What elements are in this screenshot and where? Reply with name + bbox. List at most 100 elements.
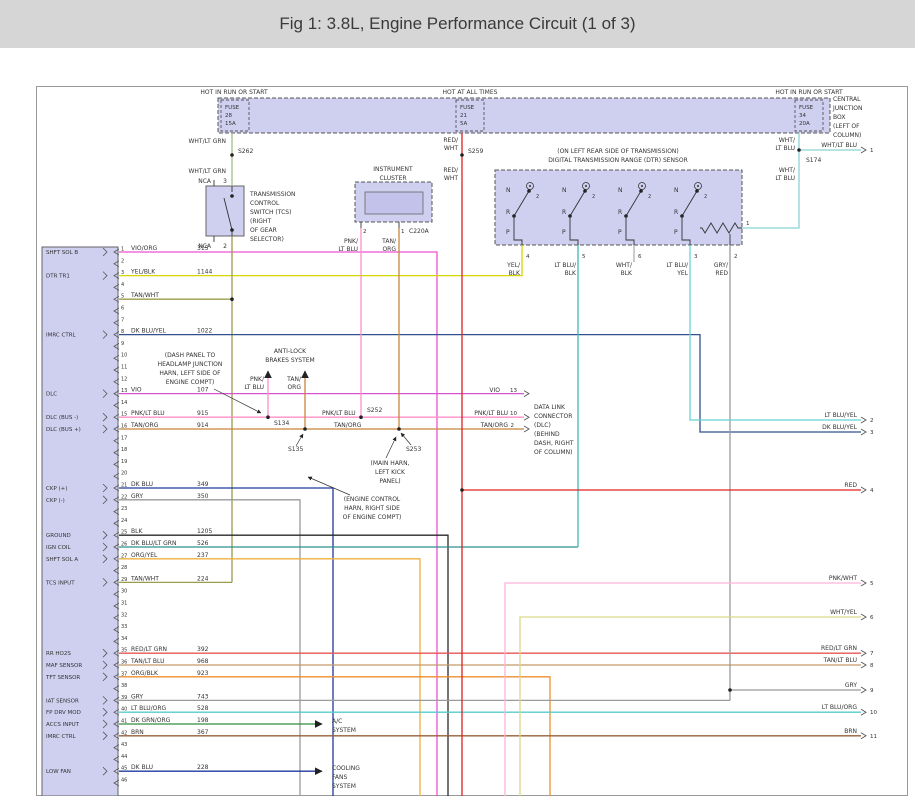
- annotation-label: WHT/: [779, 137, 796, 144]
- annotation-label: HARN, LEFT SIDE OF: [159, 370, 221, 377]
- circuit-number-label: 968: [197, 658, 209, 665]
- wiring-diagram-page: { "header": { "title": "Fig 1: 3.8L, Eng…: [0, 0, 915, 796]
- pcm-terminal-label: IMRC CTRL: [46, 734, 77, 740]
- pcm-pin-number: 30: [121, 589, 127, 595]
- annotation-label: TAN/ORG: [480, 422, 509, 429]
- annotation-label: HOT IN RUN OR START: [775, 89, 843, 96]
- figure-title: Fig 1: 3.8L, Engine Performance Circuit …: [279, 14, 635, 34]
- wire-color-label: VIO: [131, 387, 142, 394]
- annotation-label: ANTI-LOCK: [274, 348, 307, 355]
- pcm-pin-number: 43: [121, 742, 127, 748]
- annotation-label: TAN/ORG: [333, 422, 362, 429]
- annotation-label: CONNECTOR: [534, 413, 572, 420]
- annotation-label: WHT: [444, 145, 458, 152]
- dtr-contact-r-label: R: [674, 209, 678, 216]
- pcm-terminal-label: DLC: [46, 392, 57, 398]
- annotation-label: NCA: [198, 243, 212, 250]
- pcm-pin-number: 39: [121, 695, 127, 701]
- pcm-pin-number: 5: [121, 294, 124, 300]
- pcm-terminal-label: CKP (+): [46, 486, 67, 492]
- annotation-label: NCA: [198, 178, 212, 185]
- circuit-number-label: 914: [197, 422, 209, 429]
- pcm-pin-number: 25: [121, 530, 127, 536]
- wire-color-label: LT BLU/YEL: [825, 412, 858, 419]
- dtr-switch-center-dot: [641, 185, 643, 187]
- pcm-pin-number: 44: [121, 754, 127, 760]
- annotation-label: ORG: [382, 246, 396, 253]
- dtr-pin-number: 4: [526, 254, 530, 260]
- pcm-pin-number: 12: [121, 376, 127, 382]
- annotation-label: PNK/: [344, 238, 359, 245]
- pcm-pin-number: 21: [121, 483, 127, 489]
- splice-dot: [460, 488, 464, 492]
- annotation-label: 1: [401, 229, 405, 235]
- pcm-pin-number: 14: [121, 400, 127, 406]
- pcm-pin-number: 23: [121, 506, 127, 512]
- annotation-label: LT BLU: [775, 145, 795, 152]
- dtr-pin-number: 3: [694, 254, 698, 260]
- right-pin-number: 10: [870, 710, 877, 716]
- annotation-label: HOT AT ALL TIMES: [443, 89, 498, 96]
- circuit-number-label: 1144: [197, 269, 212, 276]
- pcm-terminal-label: RR HO2S: [46, 651, 71, 657]
- pcm-pin-number: 29: [121, 577, 127, 583]
- annotation-label: 10: [510, 411, 517, 417]
- wire-color-label: DK BLU/LT GRN: [131, 540, 176, 547]
- dtr-switch-center-dot: [585, 185, 587, 187]
- annotation-label: SYSTEM: [332, 783, 356, 790]
- fuse-amp-rating: 20A: [799, 121, 810, 127]
- annotation-label: COOLING: [332, 765, 360, 772]
- wire-color-label: DK BLU/YEL: [131, 328, 166, 335]
- annotation-label: PNK/LT BLU: [322, 410, 356, 417]
- annotation-label: LT BLU: [775, 175, 795, 182]
- wire-color-label: WHT/: [616, 262, 633, 269]
- wire-color-label: GRY/: [714, 262, 729, 269]
- dtr-pin-number: 2: [734, 254, 738, 260]
- pcm-pin-number: 9: [121, 341, 124, 347]
- wire-color-label: WHT/LT BLU: [821, 142, 857, 149]
- right-pin-number: 11: [870, 734, 877, 740]
- wire-color-label: BRN: [844, 728, 857, 735]
- pcm-pin-number: 1: [121, 247, 124, 253]
- wire-color-label: BLK: [565, 270, 577, 277]
- dtr-switch-center-dot: [529, 185, 531, 187]
- annotation-label: S252: [367, 407, 382, 414]
- wire-color-label: LT BLU/ORG: [822, 704, 858, 711]
- splice-dot: [230, 153, 234, 157]
- right-pin-number: 5: [870, 581, 874, 587]
- pcm-pin-number: 17: [121, 435, 127, 441]
- pcm-terminal-label: TFT SENSOR: [45, 675, 80, 681]
- annotation-label: S135: [288, 446, 303, 453]
- circuit-number-label: 107: [197, 387, 209, 394]
- figure-title-bar: Fig 1: 3.8L, Engine Performance Circuit …: [0, 0, 915, 48]
- pcm-pin-number: 3: [121, 270, 124, 276]
- annotation-label: 3: [223, 178, 227, 185]
- pcm-pin-number: 2: [121, 258, 124, 264]
- wire-color-label: VIO/ORG: [131, 245, 158, 252]
- annotation-label: LT BLU: [244, 384, 264, 391]
- wire-color-label: TAN/LT BLU: [823, 657, 857, 664]
- wire-color-label: YEL: [676, 270, 688, 277]
- dtr-contact-r-label: R: [562, 209, 566, 216]
- dtr-contact-n-label: N: [618, 187, 623, 194]
- circuit-number-label: 392: [197, 646, 209, 653]
- wire-color-label: DK BLU: [131, 764, 153, 771]
- annotation-label: LT BLU: [338, 246, 358, 253]
- pcm-pin-number: 46: [121, 778, 127, 784]
- instrument-cluster-inner-box: [365, 192, 423, 214]
- annotation-label: (BEHIND: [534, 431, 560, 438]
- annotation-label: WHT: [444, 175, 458, 182]
- annotation-label: SWITCH (TCS): [250, 209, 291, 216]
- pcm-pin-number: 36: [121, 660, 127, 666]
- right-pin-number: 4: [870, 488, 874, 494]
- annotation-label: INSTRUMENT: [373, 166, 413, 173]
- annotation-label: (ENGINE CONTROL: [344, 496, 401, 503]
- annotation-label: HARN, RIGHT SIDE: [344, 505, 400, 512]
- wire-color-label: YEL/: [506, 262, 521, 269]
- annotation-label: S262: [238, 148, 253, 155]
- circuit-number-label: 743: [197, 693, 209, 700]
- dtr-pin-number: 6: [638, 254, 642, 260]
- annotation-label: OF GEAR: [250, 227, 277, 234]
- pcm-pin-number: 4: [121, 282, 124, 288]
- wire-color-label: LT BLU/ORG: [131, 705, 167, 712]
